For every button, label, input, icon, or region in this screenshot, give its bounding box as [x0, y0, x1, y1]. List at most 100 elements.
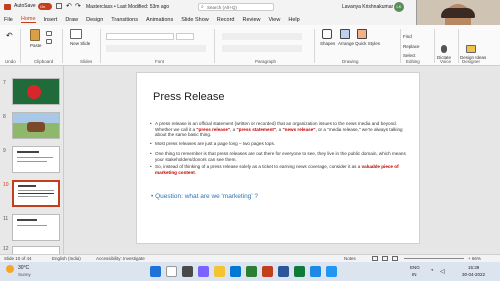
- notes-button[interactable]: Notes: [344, 256, 356, 261]
- group-font: Font: [155, 59, 165, 64]
- group-undo: Undo: [5, 59, 16, 64]
- paragraph-row-2[interactable]: [222, 45, 302, 52]
- bullet-3[interactable]: One thing to remember is that press rele…: [150, 151, 409, 162]
- tab-home[interactable]: Home: [20, 16, 36, 23]
- new-slide-icon[interactable]: [70, 29, 82, 39]
- tab-draw[interactable]: Draw: [65, 17, 78, 23]
- chrome-icon[interactable]: [294, 266, 305, 277]
- arrange-label[interactable]: Arrange: [338, 41, 354, 46]
- search-placeholder: Search (Alt+Q): [207, 5, 237, 10]
- paste-label[interactable]: Paste: [30, 43, 42, 48]
- volume-icon[interactable]: ◁: [440, 268, 445, 275]
- select-label[interactable]: Select: [403, 53, 416, 58]
- paragraph-row-1[interactable]: [222, 33, 302, 40]
- edge-icon[interactable]: [230, 266, 241, 277]
- start-icon[interactable]: [150, 266, 161, 277]
- slide-thumbnail-8[interactable]: [12, 112, 60, 139]
- slide-thumbnail-7[interactable]: [12, 78, 60, 105]
- question-bullet[interactable]: • Question: what are we 'marketing' ?: [151, 193, 258, 200]
- tab-view[interactable]: View: [269, 17, 281, 23]
- tab-help[interactable]: Help: [288, 17, 299, 23]
- shapes-icon[interactable]: [322, 29, 332, 39]
- quick-styles-icon[interactable]: [357, 29, 367, 39]
- tab-review[interactable]: Review: [242, 17, 260, 23]
- microphone-icon[interactable]: [441, 45, 447, 53]
- font-size-box[interactable]: [176, 33, 194, 40]
- search-icon[interactable]: [166, 266, 177, 277]
- tab-transitions[interactable]: Transitions: [111, 17, 138, 23]
- find-label[interactable]: Find: [403, 34, 412, 39]
- weather-temp[interactable]: 30°C: [18, 265, 29, 271]
- settings-icon[interactable]: [326, 266, 337, 277]
- tab-slide-show[interactable]: Slide Show: [181, 17, 209, 23]
- slide-thumbnail-12[interactable]: [12, 246, 60, 254]
- doc-title[interactable]: Masterclass • Last Modified: 53m ago: [86, 4, 169, 10]
- tab-file[interactable]: File: [4, 17, 13, 23]
- status-bar: Slide 10 of 44 English (India) Accessibi…: [0, 254, 500, 262]
- zoom-level[interactable]: + 66%: [468, 256, 481, 261]
- font-format-row[interactable]: [106, 45, 206, 52]
- avatar[interactable]: LK: [394, 2, 404, 12]
- slide-thumbnail-panel[interactable]: 7 8 9 10 11 12: [0, 66, 64, 254]
- zoom-app-icon[interactable]: [310, 266, 321, 277]
- user-name[interactable]: Lavanya Krishnakumar: [342, 4, 393, 10]
- bullet-4-text-2: .: [194, 169, 197, 175]
- search-input[interactable]: ⌕ Search (Alt+Q): [198, 3, 274, 11]
- word-icon[interactable]: [278, 266, 289, 277]
- undo-icon[interactable]: ↶: [66, 2, 72, 10]
- thumb-number: 10: [3, 182, 9, 188]
- normal-view-icon[interactable]: [372, 256, 378, 261]
- lang-indicator[interactable]: ENG: [410, 265, 420, 270]
- slide-title[interactable]: Press Release: [153, 91, 225, 103]
- tab-animations[interactable]: Animations: [146, 17, 173, 23]
- group-drawing: Drawing: [342, 59, 359, 64]
- zoom-slider[interactable]: [404, 258, 464, 259]
- thumb-number: 12: [3, 246, 9, 252]
- clock-date[interactable]: 30-04-2022: [462, 272, 485, 277]
- thumb-text-line: [18, 190, 54, 191]
- autosave-toggle[interactable]: On: [38, 3, 52, 10]
- slide-thumbnail-10-selected[interactable]: [12, 180, 60, 207]
- region-indicator[interactable]: IN: [412, 272, 417, 277]
- redo-icon[interactable]: ↷: [75, 2, 81, 10]
- weather-icon[interactable]: [6, 265, 14, 273]
- new-slide-label[interactable]: New Slide: [70, 41, 90, 46]
- save-icon[interactable]: [56, 3, 62, 9]
- file-explorer-icon[interactable]: [214, 266, 225, 277]
- accessibility-status[interactable]: Accessibility: Investigate: [96, 256, 145, 261]
- bullet-2[interactable]: Most press releases are just a page long…: [150, 141, 409, 147]
- slide-thumbnail-11[interactable]: [12, 214, 60, 241]
- wifi-icon[interactable]: ◔: [430, 268, 434, 274]
- design-ideas-icon[interactable]: [466, 45, 476, 53]
- thumb-number: 7: [3, 80, 6, 86]
- task-view-icon[interactable]: [182, 266, 193, 277]
- bullet-1[interactable]: A press release is an official statement…: [150, 121, 409, 138]
- replace-label[interactable]: Replace: [403, 44, 420, 49]
- tab-insert[interactable]: Insert: [44, 17, 58, 23]
- tab-record[interactable]: Record: [217, 17, 235, 23]
- excel-icon[interactable]: [246, 266, 257, 277]
- paste-icon[interactable]: [30, 29, 40, 41]
- language-status[interactable]: English (India): [52, 256, 81, 261]
- reading-view-icon[interactable]: [392, 256, 398, 261]
- copy-icon[interactable]: [46, 39, 52, 44]
- thumb-text-line: [17, 225, 47, 226]
- tab-design[interactable]: Design: [86, 17, 103, 23]
- powerpoint-icon[interactable]: [262, 266, 273, 277]
- bullet-4[interactable]: So, instead of thinking of a press relea…: [150, 164, 409, 175]
- cut-icon[interactable]: [46, 31, 52, 36]
- slide-sorter-icon[interactable]: [382, 256, 388, 261]
- arrange-icon[interactable]: [340, 29, 350, 39]
- undo-icon[interactable]: ↶: [6, 31, 13, 40]
- weather-text[interactable]: Sunny: [18, 272, 31, 277]
- taskbar: 30°C Sunny ENG IN ◔ ◁ 15:39 30-04-2022: [0, 262, 500, 281]
- thumb-text-line: [17, 161, 47, 162]
- current-slide[interactable]: Press Release A press release is an offi…: [136, 72, 420, 244]
- shapes-label[interactable]: Shapes: [320, 41, 335, 46]
- quick-styles-label[interactable]: Quick Styles: [355, 41, 380, 46]
- slide-thumbnail-9[interactable]: [12, 146, 60, 173]
- teams-icon[interactable]: [198, 266, 209, 277]
- font-name-box[interactable]: [106, 33, 174, 40]
- clock-time[interactable]: 15:39: [468, 265, 479, 270]
- cow-shape: [27, 122, 45, 132]
